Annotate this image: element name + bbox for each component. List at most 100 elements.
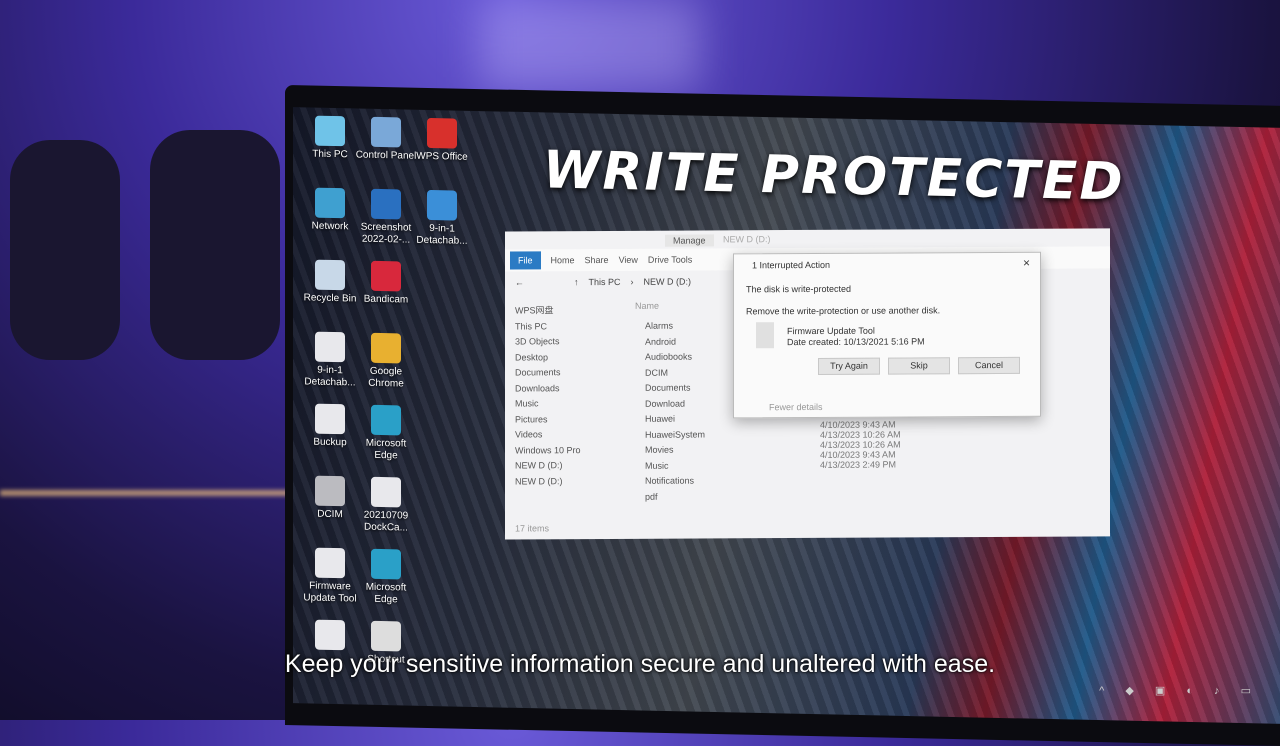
desktop-icon-label: Microsoft Edge — [365, 581, 407, 606]
desktop-icon-label: Google Chrome — [368, 365, 404, 390]
tab-file[interactable]: File — [510, 251, 541, 270]
back-icon[interactable]: ← — [515, 277, 524, 287]
overlay-title: WRITE PROTECTED — [543, 140, 1125, 213]
dialog-file-date: Date created: 10/13/2021 5:16 PM — [787, 336, 925, 348]
system-tray[interactable]: ^ ◆ ▣ ◐ ♪ ▭ — [1099, 684, 1260, 697]
desktop-icon[interactable]: 9-in-1 Detachab... — [298, 331, 362, 389]
tab-share[interactable]: Share — [585, 255, 609, 265]
desktop-icon-label: This PC — [312, 148, 348, 161]
nav-item[interactable]: NEW D (D:) — [515, 473, 625, 489]
bandicam-icon — [371, 260, 401, 292]
desktop-icon-label: 9-in-1 Detachab... — [304, 364, 356, 389]
desktop-icon[interactable]: 20210709 DockCa... — [354, 476, 418, 534]
desktop-icon-label: 9-in-1 Detachab... — [416, 223, 468, 247]
file-icon — [315, 403, 345, 435]
close-icon[interactable]: × — [1023, 256, 1030, 270]
cancel-button[interactable]: Cancel — [958, 356, 1020, 375]
monitor: This PC Control Panel WPS Office Network Scr… — [285, 85, 1280, 746]
obs-icon — [371, 620, 401, 652]
breadcrumb-this-pc[interactable]: This PC — [589, 277, 621, 287]
edge-icon — [371, 404, 401, 436]
nav-item[interactable]: NEW D (D:) — [515, 458, 625, 474]
file-row[interactable]: Huawei — [645, 411, 705, 427]
file-row[interactable]: Music — [645, 458, 705, 474]
file-row[interactable]: Download — [645, 396, 705, 412]
status-bar: 17 items — [515, 523, 550, 534]
file-icon — [756, 322, 774, 349]
desktop-icon[interactable]: DCIM — [298, 475, 362, 521]
dialog-file-name: Firmware Update Tool — [787, 325, 875, 337]
file-row[interactable]: Movies — [645, 442, 705, 458]
nav-item[interactable]: Videos — [515, 427, 625, 443]
desktop-icon[interactable]: WPS Office — [410, 117, 474, 164]
desktop-icon[interactable]: Recycle Bin — [298, 259, 362, 305]
breadcrumb-drive[interactable]: NEW D (D:) — [644, 277, 692, 287]
nav-item[interactable]: Pictures — [515, 411, 625, 427]
tab-view[interactable]: View — [619, 255, 638, 265]
desktop-icon-label: Bandicam — [363, 293, 409, 306]
file-icon — [371, 476, 401, 508]
window-title: NEW D (D:) — [723, 234, 771, 245]
tab-home[interactable]: Home — [551, 255, 575, 265]
try-again-button[interactable]: Try Again — [818, 357, 880, 375]
desktop-icon[interactable]: Microsoft Edge — [354, 404, 418, 462]
file-date[interactable]: 4/10/2023 9:43 AM — [820, 449, 901, 459]
desktop-icon-label: Network — [311, 220, 349, 233]
desktop-icon[interactable] — [298, 619, 362, 653]
nav-item[interactable]: Windows 10 Pro — [515, 442, 625, 458]
desktop-icon-label: WPS Office — [416, 150, 468, 163]
navigation-pane: WPS网盘 This PC 3D Objects Desktop Documents Do… — [515, 303, 625, 490]
desktop-icon[interactable]: Buckup — [298, 403, 362, 449]
tab-drive-tools[interactable]: Drive Tools — [648, 255, 692, 265]
zip-icon — [427, 189, 457, 221]
desktop-icon[interactable]: This PC — [298, 115, 362, 161]
file-list: Alarms Android Audiobooks DCIM Documents Down… — [645, 318, 705, 504]
file-date[interactable]: 4/13/2023 10:26 AM — [820, 429, 901, 439]
dialog-title: 1 Interrupted Action — [752, 259, 831, 271]
desktop-icon[interactable]: Control Panel — [354, 116, 418, 162]
dialog-message: The disk is write-protected — [746, 283, 852, 295]
desktop-icon[interactable]: Bandicam — [354, 260, 418, 306]
file-row[interactable]: HuaweiSystem — [645, 427, 705, 443]
file-row[interactable]: Audiobooks — [645, 349, 705, 365]
desktop-icon[interactable]: Screenshot 2022-02-... — [354, 188, 418, 246]
nav-item[interactable]: This PC — [515, 318, 625, 334]
file-date[interactable]: 4/10/2023 9:43 AM — [820, 419, 901, 429]
desktop-icon-label: 20210709 DockCa... — [363, 509, 409, 534]
nav-item[interactable]: WPS网盘 — [515, 303, 625, 319]
file-row[interactable]: DCIM — [645, 365, 705, 381]
dialog-instruction: Remove the write-protection or use anoth… — [746, 305, 941, 317]
fewer-details-link[interactable]: Fewer details — [769, 402, 823, 412]
desktop: This PC Control Panel WPS Office Network Scr… — [293, 107, 1280, 725]
file-row[interactable]: Notifications — [645, 473, 705, 489]
nav-item[interactable]: 3D Objects — [515, 334, 625, 350]
file-date[interactable]: 4/13/2023 2:49 PM — [820, 459, 901, 469]
manage-tab[interactable]: Manage — [665, 234, 714, 247]
desktop-icon[interactable]: Network — [298, 187, 362, 233]
desktop-icon[interactable]: Firmware Update Tool — [298, 547, 362, 605]
nav-item[interactable]: Documents — [515, 365, 625, 381]
file-icon — [315, 331, 345, 363]
desktop-icon[interactable]: Google Chrome — [354, 332, 418, 390]
desktop-icon-label: Control Panel — [355, 149, 417, 162]
nav-item[interactable]: Desktop — [515, 349, 625, 365]
desktop-icon[interactable]: 9-in-1 Detachab... — [410, 189, 474, 248]
file-row[interactable]: Alarms — [645, 318, 705, 334]
column-name[interactable]: Name — [635, 301, 659, 311]
chrome-icon — [371, 332, 401, 364]
file-row[interactable]: Android — [645, 334, 705, 350]
file-row[interactable]: pdf — [645, 489, 705, 505]
file-row[interactable]: Documents — [645, 380, 705, 396]
computer-icon — [315, 115, 345, 147]
desktop-icon-label: Recycle Bin — [303, 292, 357, 305]
video-caption: Keep your sensitive information secure a… — [284, 650, 996, 678]
desktop-icon[interactable]: Microsoft Edge — [354, 548, 418, 606]
file-date[interactable]: 4/13/2023 10:26 AM — [820, 439, 901, 449]
file-icon — [315, 547, 345, 579]
nav-item[interactable]: Downloads — [515, 380, 625, 396]
nav-item[interactable]: Music — [515, 396, 625, 412]
up-icon[interactable]: ↑ — [574, 277, 579, 287]
skip-button[interactable]: Skip — [888, 357, 950, 375]
desktop-icon-label: DCIM — [317, 508, 343, 521]
desktop-icon-label: Screenshot 2022-02-... — [360, 221, 412, 246]
